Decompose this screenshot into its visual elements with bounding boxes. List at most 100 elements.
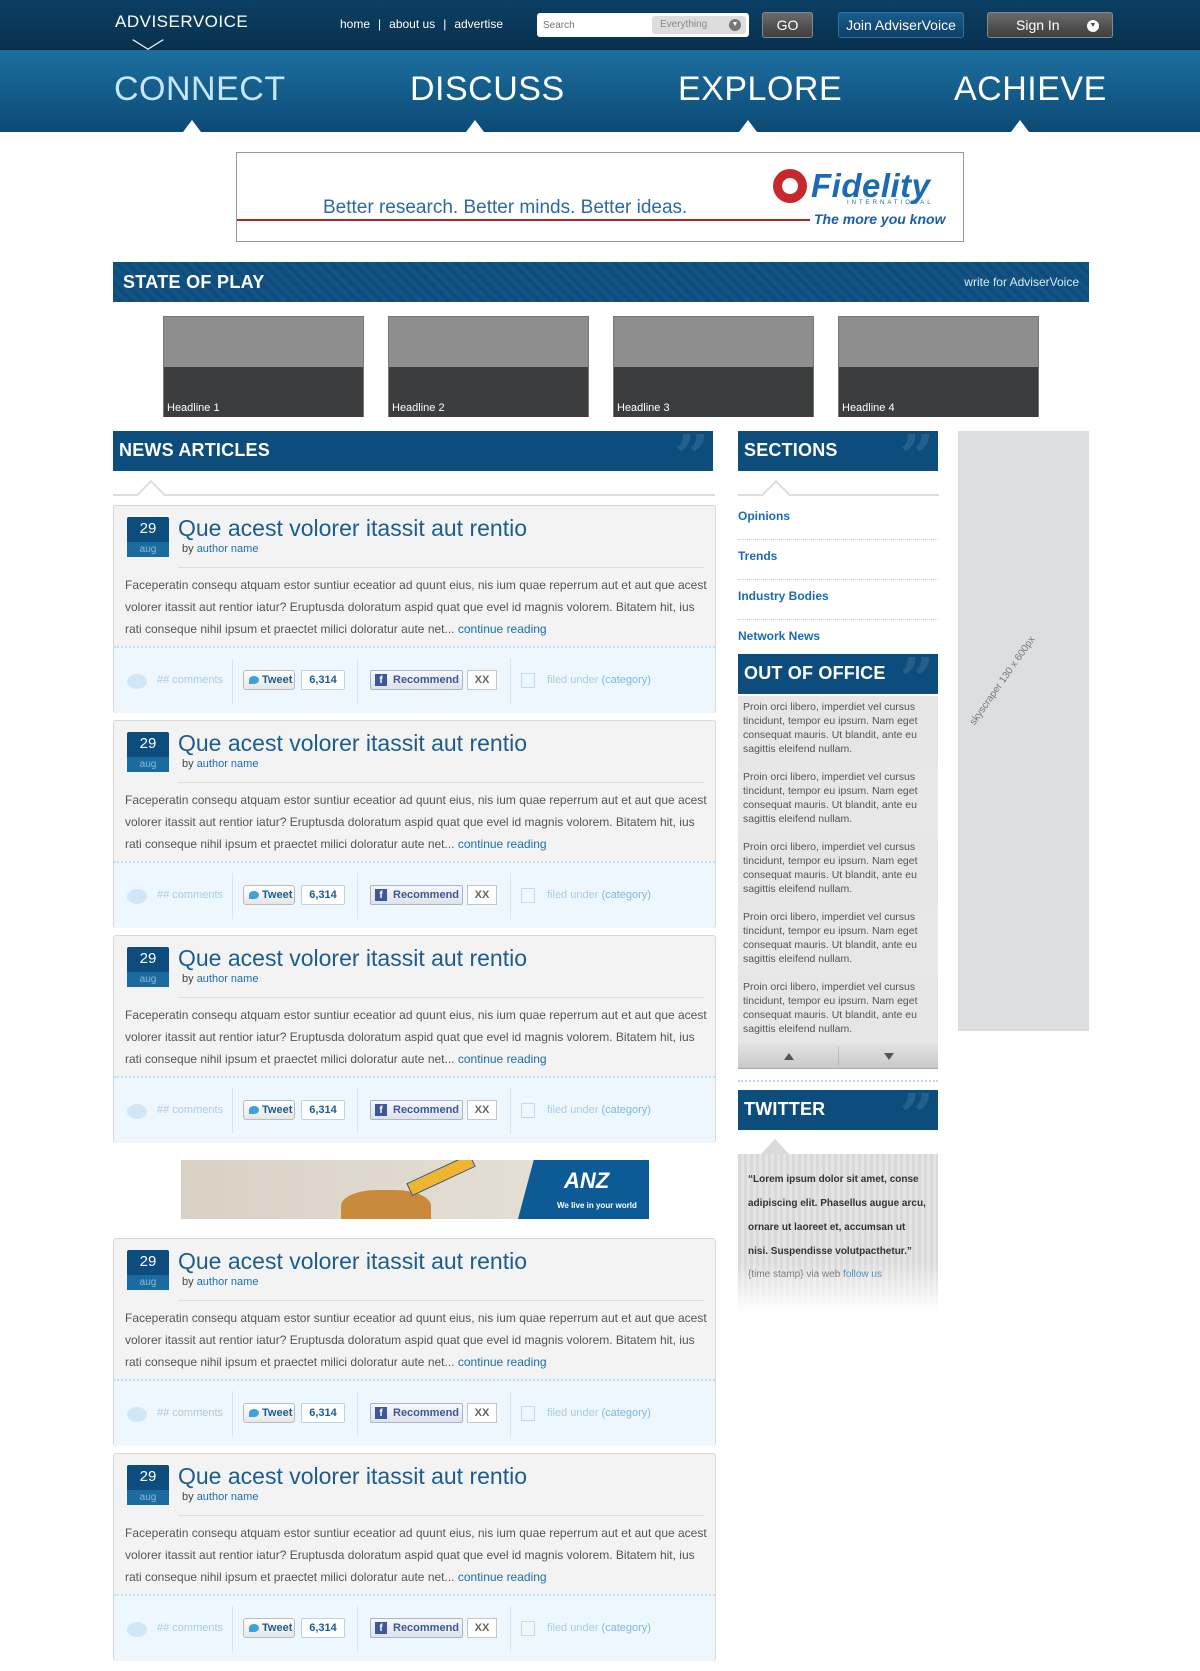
continue-reading-link[interactable]: continue reading <box>458 837 547 851</box>
continue-reading-link[interactable]: continue reading <box>458 1570 547 1584</box>
tweet-button[interactable]: Tweet <box>243 885 295 905</box>
search-input[interactable] <box>543 17 653 33</box>
comments-count[interactable]: ## comments <box>157 674 223 686</box>
comment-bubble-icon[interactable] <box>127 1104 147 1119</box>
article-excerpt: Faceperatin consequ atquam estor suntiur… <box>125 1008 707 1066</box>
recommend-button[interactable]: f Recommend <box>370 1618 463 1638</box>
tweet-meta: {time stamp} via web follow us <box>748 1269 882 1280</box>
out-of-office-item[interactable]: Proin orci libero, imperdiet vel cursus … <box>738 836 938 906</box>
main-nav: CONNECT DISCUSS EXPLORE ACHIEVE <box>0 50 1200 132</box>
section-link-industry-bodies[interactable]: Industry Bodies <box>738 580 938 620</box>
author-link[interactable]: author name <box>197 973 259 985</box>
tweet-timestamp: {time stamp} via web <box>748 1269 841 1280</box>
filed-under: filed under (category) <box>547 1622 651 1634</box>
fidelity-banner-ad[interactable]: Better research. Better minds. Better id… <box>236 152 964 242</box>
headline-card[interactable]: Headline 1 <box>163 316 364 417</box>
recommend-button[interactable]: f Recommend <box>370 1100 463 1120</box>
article-title[interactable]: Que acest volorer itassit aut rentio <box>178 730 527 757</box>
date-day: 29 <box>139 520 157 537</box>
article-title[interactable]: Que acest volorer itassit aut rentio <box>178 945 527 972</box>
search-box: Everything ▼ <box>537 13 749 37</box>
tweet-button[interactable]: Tweet <box>243 1100 295 1120</box>
article-body: Faceperatin consequ atquam estor suntiur… <box>125 574 707 640</box>
sections-header: SECTIONS ” <box>738 423 938 493</box>
section-link-opinions[interactable]: Opinions <box>738 500 938 540</box>
out-of-office-item[interactable]: Proin orci libero, imperdiet vel cursus … <box>738 976 938 1046</box>
comment-bubble-icon[interactable] <box>127 1407 147 1422</box>
section-link-trends[interactable]: Trends <box>738 540 938 580</box>
comments-count[interactable]: ## comments <box>157 1407 223 1419</box>
advertise-link[interactable]: advertise <box>454 17 503 31</box>
continue-reading-link[interactable]: continue reading <box>458 1355 547 1369</box>
category-link[interactable]: (category) <box>601 674 651 686</box>
search-scope-select[interactable]: Everything ▼ <box>652 16 746 34</box>
author-link[interactable]: author name <box>197 1276 259 1288</box>
skyscraper-ad[interactable]: skyscraper 130 x 600px <box>958 431 1089 1031</box>
article-excerpt: Faceperatin consequ atquam estor suntiur… <box>125 1311 707 1369</box>
comment-bubble-icon[interactable] <box>127 674 147 689</box>
continue-reading-link[interactable]: continue reading <box>458 1052 547 1066</box>
article-title[interactable]: Que acest volorer itassit aut rentio <box>178 1463 527 1490</box>
nav-explore[interactable]: EXPLORE <box>678 70 842 109</box>
nav-pointer <box>466 120 484 132</box>
category-link[interactable]: (category) <box>601 1407 651 1419</box>
headline-card[interactable]: Headline 2 <box>388 316 589 417</box>
recommend-button[interactable]: f Recommend <box>370 885 463 905</box>
site-logo[interactable]: ADVISERVOICE <box>115 12 248 50</box>
filed-under: filed under (category) <box>547 674 651 686</box>
recommend-button[interactable]: f Recommend <box>370 670 463 690</box>
folder-icon <box>521 673 535 688</box>
headline-card[interactable]: Headline 4 <box>838 316 1039 417</box>
author-link[interactable]: author name <box>197 543 259 555</box>
comment-bubble-icon[interactable] <box>127 889 147 904</box>
out-of-office-item[interactable]: Proin orci libero, imperdiet vel cursus … <box>738 696 938 766</box>
article-body: Faceperatin consequ atquam estor suntiur… <box>125 1004 707 1070</box>
sign-in-button[interactable]: Sign In ▼ <box>987 12 1113 38</box>
nav-discuss[interactable]: DISCUSS <box>410 70 565 109</box>
nav-connect[interactable]: CONNECT <box>114 70 286 109</box>
write-for-link[interactable]: write for AdviserVoice <box>964 275 1079 289</box>
about-us-link[interactable]: about us <box>389 17 435 31</box>
byline-prefix: by <box>182 1491 194 1503</box>
tweet-button[interactable]: Tweet <box>243 1403 295 1423</box>
comments-count[interactable]: ## comments <box>157 889 223 901</box>
home-link[interactable]: home <box>340 17 370 31</box>
recommend-button[interactable]: f Recommend <box>370 1403 463 1423</box>
tweet-button[interactable]: Tweet <box>243 670 295 690</box>
continue-reading-link[interactable]: continue reading <box>458 622 547 636</box>
article-title[interactable]: Que acest volorer itassit aut rentio <box>178 515 527 542</box>
date-badge: 29 aug <box>127 1250 169 1290</box>
arrow-down-icon[interactable] <box>884 1053 894 1060</box>
date-month: aug <box>127 1275 169 1290</box>
headline-caption: Headline 4 <box>842 402 895 414</box>
headline-card[interactable]: Headline 3 <box>613 316 814 417</box>
filed-prefix: filed under <box>547 1104 599 1116</box>
out-of-office-item[interactable]: Proin orci libero, imperdiet vel cursus … <box>738 906 938 976</box>
nav-achieve[interactable]: ACHIEVE <box>954 70 1107 109</box>
category-link[interactable]: (category) <box>601 1622 651 1634</box>
anz-banner-ad[interactable]: ANZ We live in your world <box>181 1160 649 1219</box>
recommend-label: Recommend <box>393 674 460 686</box>
article-title[interactable]: Que acest volorer itassit aut rentio <box>178 1248 527 1275</box>
category-link[interactable]: (category) <box>601 1104 651 1116</box>
tweet-count: 6,314 <box>301 885 345 905</box>
out-of-office-pager <box>738 1044 938 1069</box>
follow-us-link[interactable]: follow us <box>843 1269 882 1280</box>
go-button[interactable]: GO <box>762 12 813 38</box>
join-button[interactable]: Join AdviserVoice <box>838 12 964 38</box>
author-link[interactable]: author name <box>197 758 259 770</box>
author-link[interactable]: author name <box>197 1491 259 1503</box>
arrow-up-icon[interactable] <box>784 1053 794 1060</box>
tweet-button[interactable]: Tweet <box>243 1618 295 1638</box>
comment-bubble-icon[interactable] <box>127 1622 147 1637</box>
comments-count[interactable]: ## comments <box>157 1622 223 1634</box>
out-of-office-item[interactable]: Proin orci libero, imperdiet vel cursus … <box>738 766 938 836</box>
recommend-count: XX <box>467 1100 497 1120</box>
comments-count[interactable]: ## comments <box>157 1104 223 1116</box>
article-card: 29 aug Que acest volorer itassit aut ren… <box>113 505 716 713</box>
divider <box>178 1515 704 1516</box>
category-link[interactable]: (category) <box>601 889 651 901</box>
byline-prefix: by <box>182 758 194 770</box>
divider <box>232 1391 233 1437</box>
divider <box>357 1088 358 1134</box>
